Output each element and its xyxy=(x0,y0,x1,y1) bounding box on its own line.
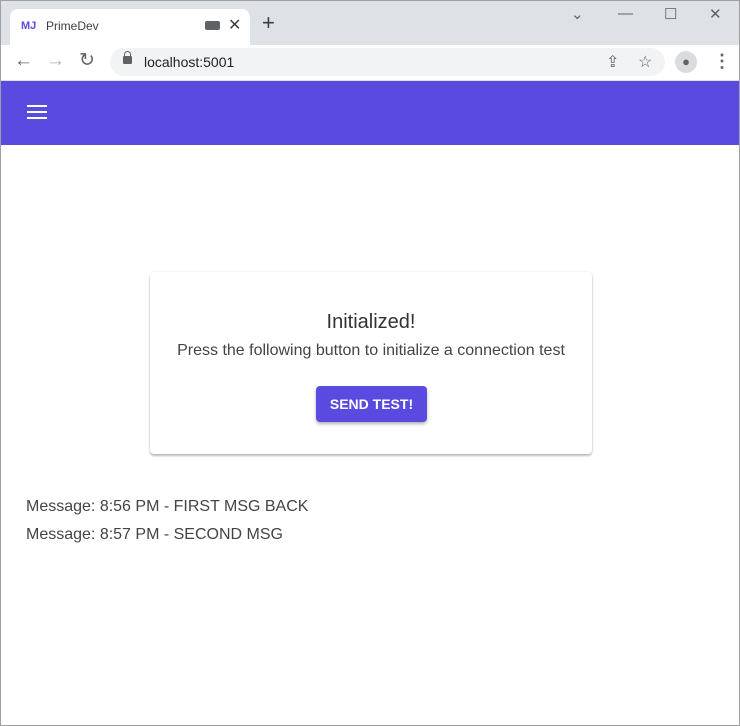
profile-icon[interactable]: ● xyxy=(675,51,697,73)
tab-search-chevron-icon[interactable]: ⌄ xyxy=(571,5,584,23)
minimize-icon[interactable]: — xyxy=(618,5,633,22)
forward-icon[interactable]: → xyxy=(46,51,65,71)
browser-window: MJ PrimeDev ✕ + ⌄ — ☐ ✕ ← → ↻ localhost:… xyxy=(0,0,740,726)
share-icon[interactable]: ⇪ xyxy=(606,52,619,72)
reload-icon[interactable]: ↻ xyxy=(79,51,95,71)
tab-title: PrimeDev xyxy=(46,19,99,33)
tab-bar: MJ PrimeDev ✕ + ⌄ — ☐ ✕ xyxy=(1,1,739,45)
url-text[interactable]: localhost:5001 xyxy=(144,54,234,70)
nav-bar: ← → ↻ localhost:5001 ⇪ ☆ ● ⋮ xyxy=(1,45,739,81)
maximize-icon[interactable]: ☐ xyxy=(664,5,677,23)
close-window-icon[interactable]: ✕ xyxy=(709,5,722,23)
tab-primedev[interactable]: MJ PrimeDev ✕ xyxy=(10,9,250,45)
app-bar xyxy=(1,81,739,145)
send-test-button[interactable]: SEND TEST! xyxy=(316,386,427,422)
star-icon[interactable]: ☆ xyxy=(638,52,652,72)
close-tab-icon[interactable]: ✕ xyxy=(228,15,241,35)
new-tab-icon[interactable]: + xyxy=(262,12,275,34)
back-icon[interactable]: ← xyxy=(14,51,33,71)
connection-card: Initialized! Press the following button … xyxy=(150,272,592,454)
card-title: Initialized! xyxy=(326,311,416,333)
gamepad-icon xyxy=(205,21,220,30)
favicon-logo: MJ xyxy=(21,20,37,32)
card-description: Press the following button to initialize… xyxy=(177,342,565,359)
message-item: Message: 8:57 PM - SECOND MSG xyxy=(26,526,283,543)
lock-icon xyxy=(123,51,132,64)
message-item: Message: 8:56 PM - FIRST MSG BACK xyxy=(26,498,309,515)
address-bar[interactable]: localhost:5001 ⇪ ☆ xyxy=(110,48,665,76)
more-icon[interactable]: ⋮ xyxy=(713,51,731,71)
hamburger-menu-icon[interactable] xyxy=(27,105,47,121)
